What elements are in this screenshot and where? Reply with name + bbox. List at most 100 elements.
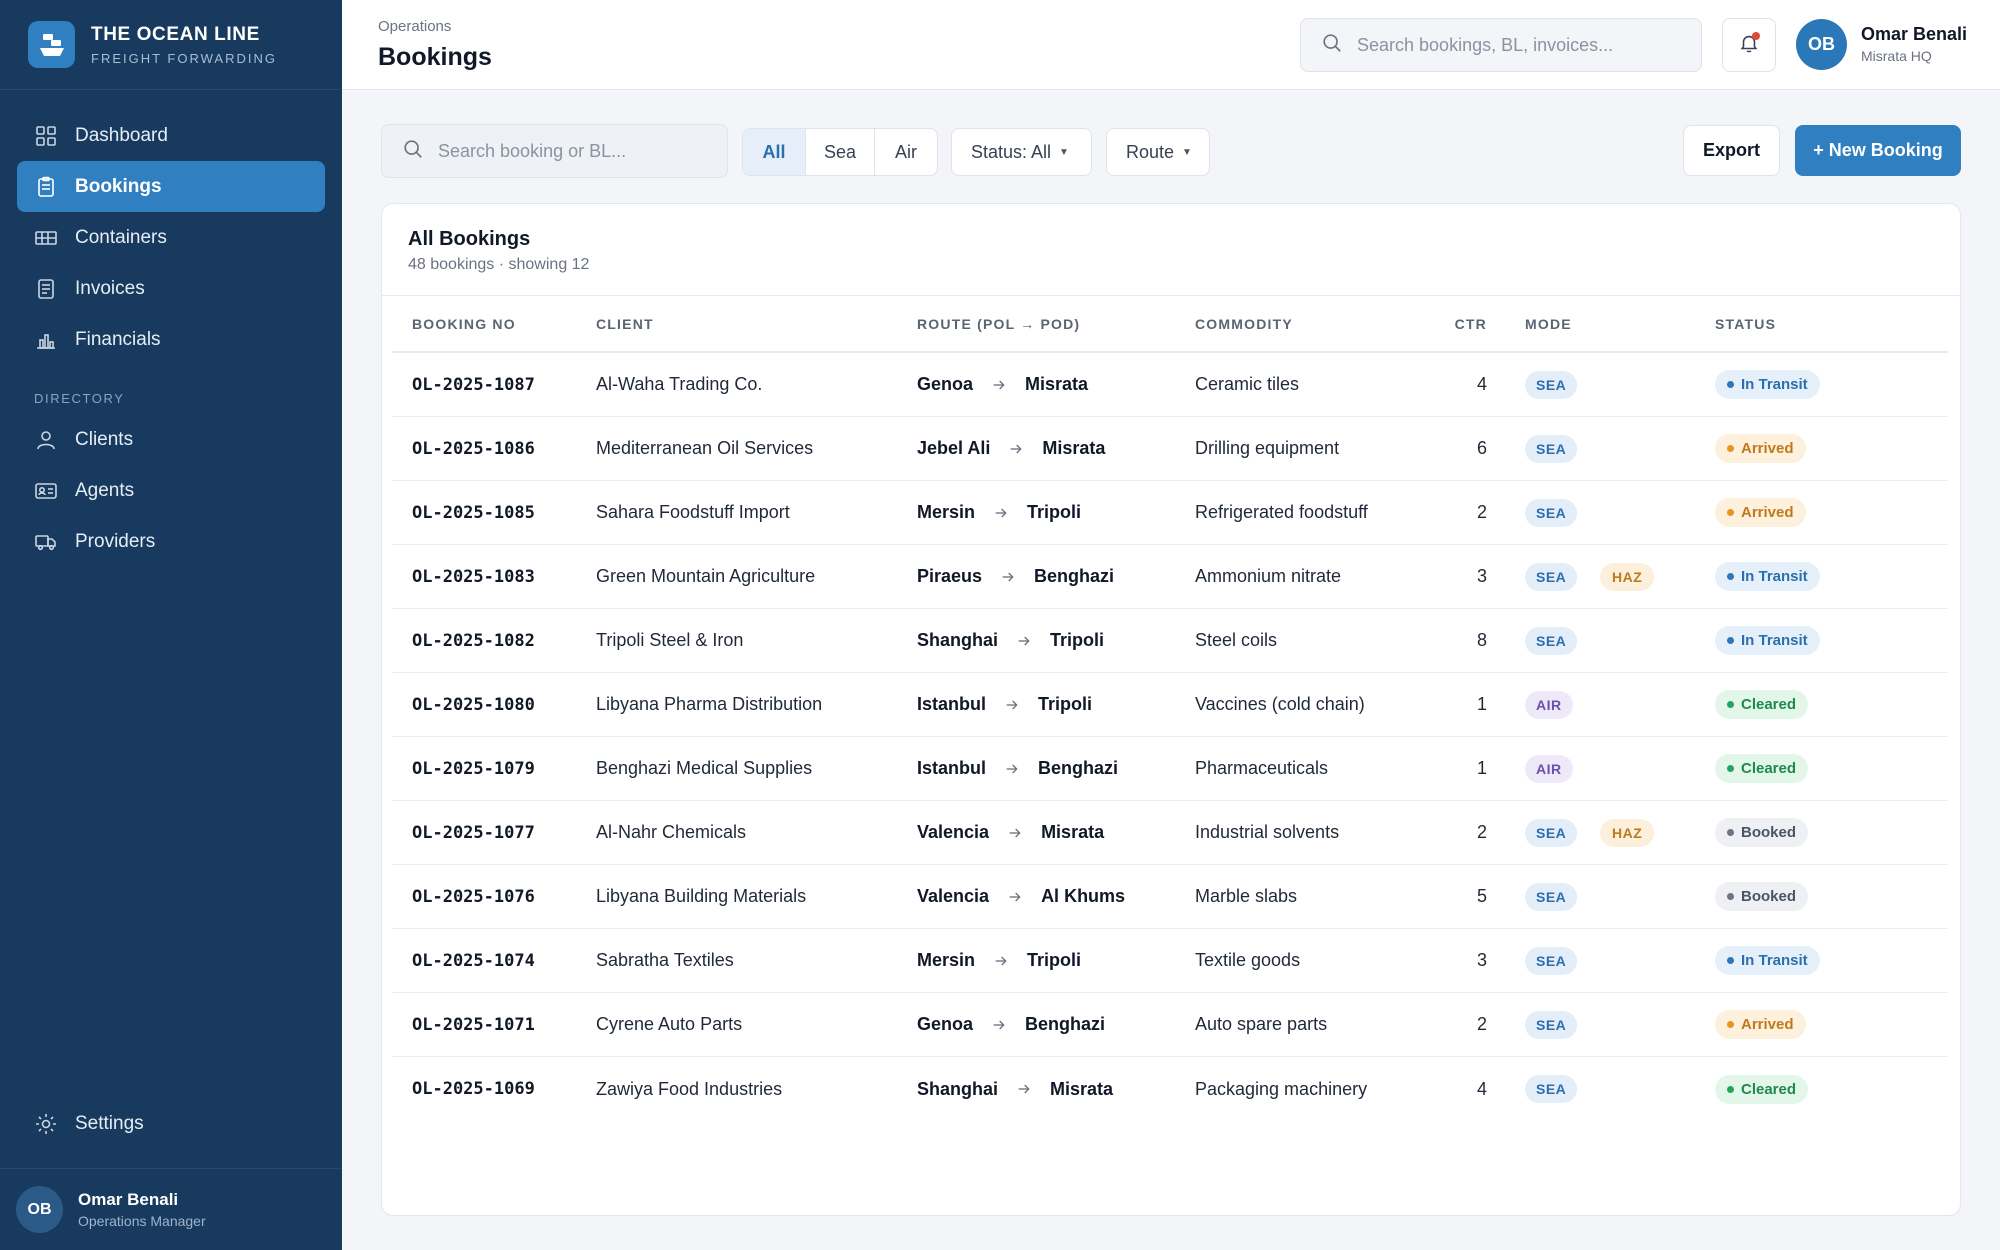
search-icon <box>402 138 424 165</box>
mode-badge: SEA <box>1525 1010 1578 1039</box>
arrow-right-icon <box>991 377 1007 393</box>
status-dot <box>1727 893 1734 900</box>
port-of-discharge: Benghazi <box>1034 566 1115 586</box>
sidebar-item-dashboard[interactable]: Dashboard <box>17 110 325 161</box>
breadcrumb[interactable]: Operations <box>378 18 451 35</box>
brand[interactable]: THE OCEAN LINE FREIGHT FORWARDING <box>0 0 342 90</box>
tab-sea[interactable]: Sea <box>806 129 875 175</box>
port-of-discharge: Tripoli <box>1038 694 1093 714</box>
sidebar-item-label: Agents <box>75 479 135 501</box>
sidebar-item-clients[interactable]: Clients <box>17 414 325 465</box>
sidebar-item-invoices[interactable]: Invoices <box>17 263 325 314</box>
port-of-discharge: Tripoli <box>1027 950 1082 970</box>
route-filter-dropdown[interactable]: Route ▼ <box>1106 128 1210 176</box>
global-search[interactable] <box>1300 18 1702 72</box>
client-name: Sahara Foodstuff Import <box>596 502 790 522</box>
booking-number[interactable]: OL-2025-1076 <box>412 887 535 907</box>
status-dot <box>1727 701 1734 708</box>
table-row[interactable]: OL-2025-1080 Libyana Pharma Distribution… <box>392 673 1948 737</box>
table-row[interactable]: OL-2025-1083 Green Mountain Agriculture … <box>392 545 1948 609</box>
booking-search[interactable] <box>381 124 728 178</box>
table-row[interactable]: OL-2025-1079 Benghazi Medical Supplies I… <box>392 737 1948 801</box>
sidebar-item-label: Containers <box>75 226 167 248</box>
container-count: 1 <box>1476 758 1487 778</box>
status-label: In Transit <box>1741 632 1808 649</box>
column-header-ctr[interactable]: CTR <box>1443 316 1487 332</box>
status-dot <box>1727 957 1734 964</box>
global-search-input[interactable] <box>1357 34 1687 56</box>
client-name: Mediterranean Oil Services <box>596 438 814 458</box>
tab-air[interactable]: Air <box>875 129 937 175</box>
port-of-loading: Mersin <box>917 502 976 522</box>
booking-number[interactable]: OL-2025-1086 <box>412 439 535 459</box>
status-label: In Transit <box>1741 376 1808 393</box>
port-of-loading: Valencia <box>917 886 990 906</box>
arrow-right-icon <box>991 1017 1007 1033</box>
bookings-table: BOOKING NO CLIENT ROUTE (POL → POD) COMM… <box>392 296 1948 1121</box>
table-row[interactable]: OL-2025-1082 Tripoli Steel & Iron Shangh… <box>392 609 1948 673</box>
mode-badge: SEA <box>1525 370 1578 399</box>
column-header-route[interactable]: ROUTE (POL → POD) <box>917 316 1195 332</box>
column-header-client[interactable]: CLIENT <box>596 316 917 332</box>
main-nav: Dashboard Bookings Containers Invoices F… <box>0 90 342 567</box>
commodity: Ammonium nitrate <box>1195 566 1342 586</box>
column-header-status[interactable]: STATUS <box>1715 316 1935 332</box>
table-row[interactable]: OL-2025-1071 Cyrene Auto Parts Genoa Ben… <box>392 993 1948 1057</box>
sidebar-item-bookings[interactable]: Bookings <box>17 161 325 212</box>
client-name: Al-Waha Trading Co. <box>596 374 763 394</box>
booking-number[interactable]: OL-2025-1087 <box>412 375 535 395</box>
sidebar-item-providers[interactable]: Providers <box>17 516 325 567</box>
status-label: Cleared <box>1741 1080 1797 1098</box>
grid-icon <box>34 124 58 148</box>
sidebar-user[interactable]: OB Omar Benali Operations Manager <box>0 1168 342 1250</box>
table-row[interactable]: OL-2025-1069 Zawiya Food Industries Shan… <box>392 1057 1948 1121</box>
table-row[interactable]: OL-2025-1077 Al-Nahr Chemicals Valencia … <box>392 801 1948 865</box>
brand-subtitle: FREIGHT FORWARDING <box>91 50 277 66</box>
tab-all[interactable]: All <box>743 129 806 175</box>
column-header-mode[interactable]: MODE <box>1487 316 1600 332</box>
sidebar-item-financials[interactable]: Financials <box>17 314 325 365</box>
arrow-right-icon <box>1004 697 1020 713</box>
column-header-commodity[interactable]: COMMODITY <box>1195 316 1443 332</box>
table-row[interactable]: OL-2025-1074 Sabratha Textiles Mersin Tr… <box>392 929 1948 993</box>
booking-number[interactable]: OL-2025-1077 <box>412 823 535 843</box>
sidebar-item-settings[interactable]: Settings <box>17 1098 325 1149</box>
arrow-right-icon <box>993 953 1009 969</box>
table-row[interactable]: OL-2025-1085 Sahara Foodstuff Import Mer… <box>392 481 1948 545</box>
notifications-button[interactable] <box>1722 18 1776 72</box>
new-booking-button[interactable]: + New Booking <box>1795 125 1961 176</box>
status-label: In Transit <box>1741 568 1808 585</box>
column-header-booking[interactable]: BOOKING NO <box>392 316 596 332</box>
booking-number[interactable]: OL-2025-1082 <box>412 631 535 651</box>
user-name: Omar Benali <box>1861 24 1968 44</box>
table-row[interactable]: OL-2025-1086 Mediterranean Oil Services … <box>392 417 1948 481</box>
port-of-discharge: Benghazi <box>1025 1014 1106 1034</box>
status-filter-label: Status: All <box>971 141 1052 162</box>
booking-number[interactable]: OL-2025-1069 <box>412 1079 535 1099</box>
sidebar-item-containers[interactable]: Containers <box>17 212 325 263</box>
sidebar-item-label: Financials <box>75 328 161 350</box>
booking-search-input[interactable] <box>438 140 708 162</box>
status-badge: Arrived <box>1715 1010 1806 1039</box>
table-header: BOOKING NO CLIENT ROUTE (POL → POD) COMM… <box>392 296 1948 353</box>
booking-number[interactable]: OL-2025-1080 <box>412 695 535 715</box>
header-user[interactable]: Omar Benali Misrata HQ <box>1861 24 1967 64</box>
booking-number[interactable]: OL-2025-1083 <box>412 567 535 587</box>
route-filter-label: Route <box>1126 141 1175 162</box>
table-row[interactable]: OL-2025-1076 Libyana Building Materials … <box>392 865 1948 929</box>
booking-number[interactable]: OL-2025-1085 <box>412 503 535 523</box>
avatar[interactable]: OB <box>1796 19 1847 70</box>
status-filter-dropdown[interactable]: Status: All ▼ <box>951 128 1092 176</box>
container-count: 3 <box>1476 950 1487 970</box>
export-button[interactable]: Export <box>1683 125 1780 176</box>
mode-badge: SEA <box>1525 1075 1578 1103</box>
booking-number[interactable]: OL-2025-1079 <box>412 759 535 779</box>
arrow-right-icon <box>1008 441 1024 457</box>
port-of-loading: Jebel Ali <box>917 438 991 458</box>
booking-number[interactable]: OL-2025-1071 <box>412 1015 535 1035</box>
commodity: Industrial solvents <box>1195 822 1340 842</box>
sidebar-item-agents[interactable]: Agents <box>17 465 325 516</box>
table-row[interactable]: OL-2025-1087 Al-Waha Trading Co. Genoa M… <box>392 353 1948 417</box>
booking-number[interactable]: OL-2025-1074 <box>412 951 535 971</box>
gear-icon <box>34 1112 58 1136</box>
